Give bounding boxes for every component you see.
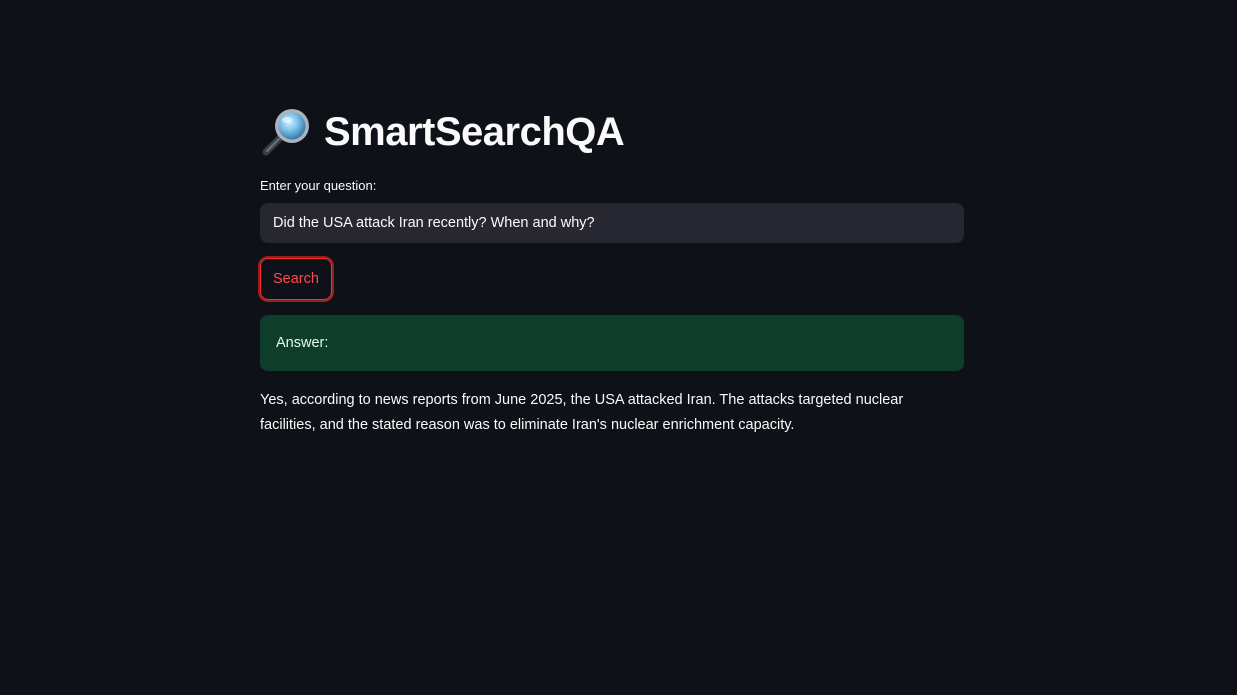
question-label: Enter your question:: [260, 178, 377, 193]
answer-alert: Answer:: [260, 315, 964, 371]
search-button[interactable]: Search: [260, 258, 332, 300]
question-input[interactable]: [260, 203, 964, 243]
page-title: SmartSearchQA: [324, 109, 625, 154]
answer-label: Answer:: [276, 335, 329, 351]
page-header: SmartSearchQA: [260, 104, 625, 160]
magnifying-glass-icon: [262, 109, 309, 156]
answer-text: Yes, according to news reports from June…: [260, 392, 904, 433]
